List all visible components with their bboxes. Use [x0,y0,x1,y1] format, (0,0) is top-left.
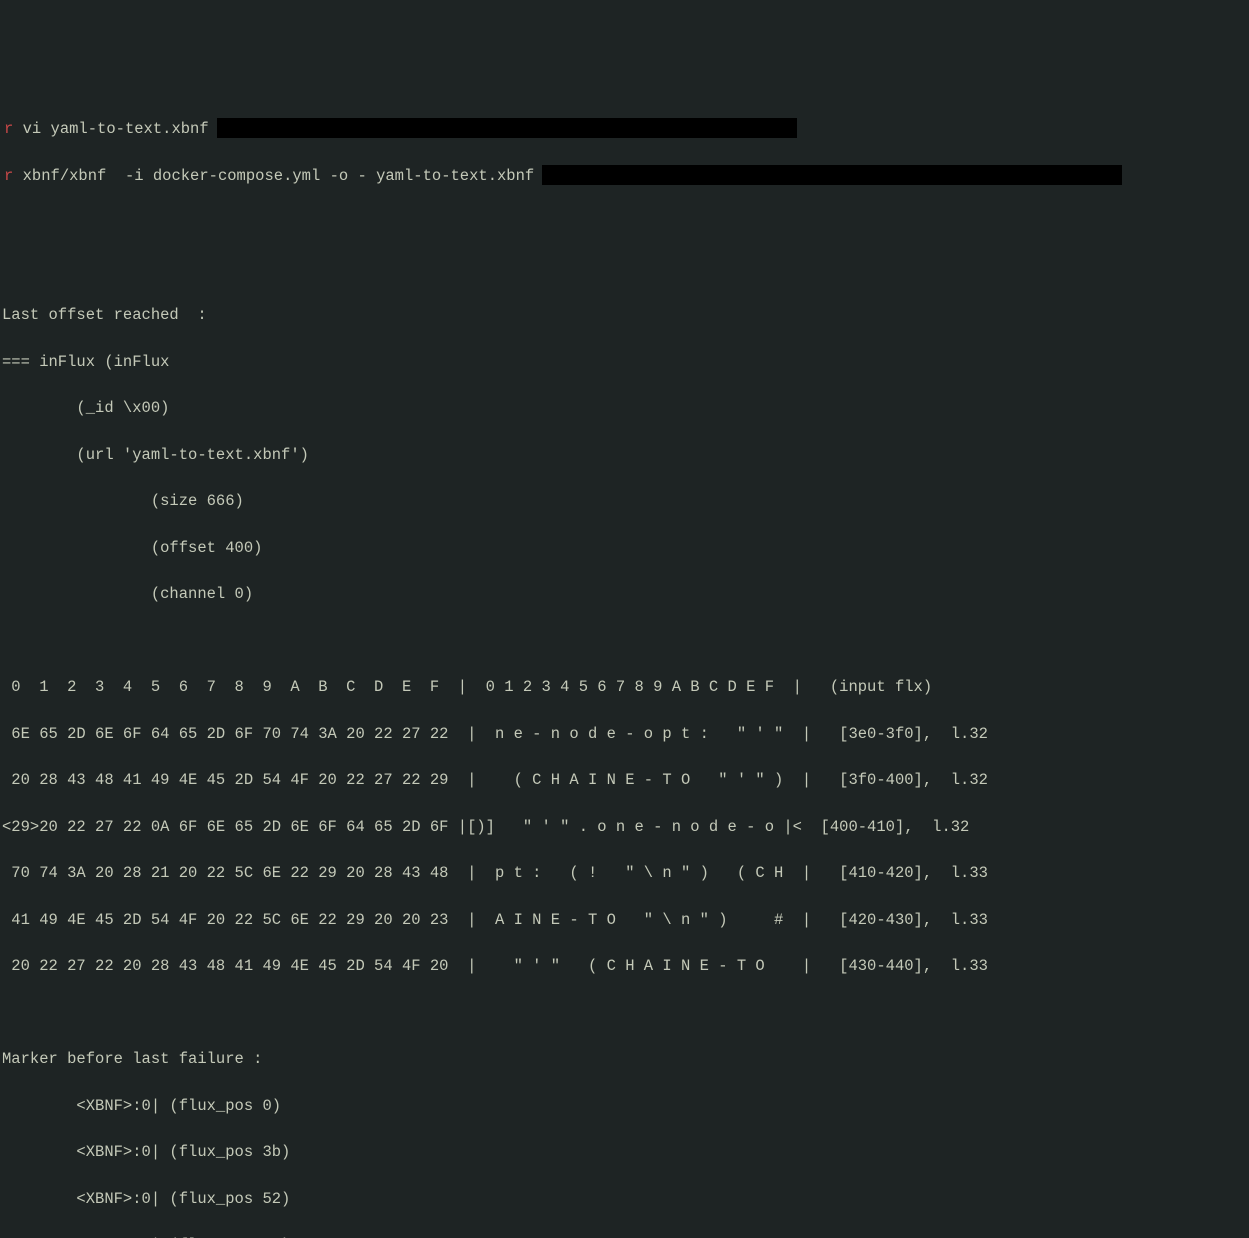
marker-line: <XBNF>:0| (flux_pos 52) [2,1188,1247,1211]
command-line-2: r xbnf/xbnf -i docker-compose.yml -o - y… [2,165,1247,188]
command-1: vi yaml-to-text.xbnf [23,118,209,141]
blank-line [2,1002,1247,1025]
hex-row: 20 28 43 48 41 49 4E 45 2D 54 4F 20 22 2… [2,769,1247,792]
hex-header: 0 1 2 3 4 5 6 7 8 9 A B C D E F | 0 1 2 … [2,676,1247,699]
terminal-output[interactable]: r vi yaml-to-text.xbnf r xbnf/xbnf -i do… [0,95,1249,1238]
hex-row: 70 74 3A 20 28 21 20 22 5C 6E 22 29 20 2… [2,862,1247,885]
marker-line: <XBNF>:0| (flux_pos 3b) [2,1141,1247,1164]
hex-row: 20 22 27 22 20 28 43 48 41 49 4E 45 2D 5… [2,955,1247,978]
blank-line [2,211,1247,234]
offset-header: Last offset reached : [2,304,1247,327]
hex-row: <29>20 22 27 22 0A 6F 6E 65 2D 6E 6F 64 … [2,816,1247,839]
influx-line: (offset 400) [2,537,1247,560]
command-line-1: r vi yaml-to-text.xbnf [2,118,1247,141]
prompt-char: r [2,118,13,141]
influx-header: === inFlux (inFlux [2,351,1247,374]
influx-line: (channel 0) [2,583,1247,606]
hex-row: 41 49 4E 45 2D 54 4F 20 22 5C 6E 22 29 2… [2,909,1247,932]
marker-header: Marker before last failure : [2,1048,1247,1071]
redacted-block-2 [542,165,1122,185]
blank-line [2,630,1247,653]
influx-line: (url 'yaml-to-text.xbnf') [2,444,1247,467]
redacted-block-1 [217,118,797,138]
influx-line: (_id \x00) [2,397,1247,420]
marker-line: <XBNF>:0| (flux_pos 6a) [2,1234,1247,1238]
command-2: xbnf/xbnf -i docker-compose.yml -o - yam… [23,165,535,188]
blank-line [2,258,1247,281]
prompt-char: r [2,165,13,188]
marker-line: <XBNF>:0| (flux_pos 0) [2,1095,1247,1118]
influx-line: (size 666) [2,490,1247,513]
hex-row: 6E 65 2D 6E 6F 64 65 2D 6F 70 74 3A 20 2… [2,723,1247,746]
